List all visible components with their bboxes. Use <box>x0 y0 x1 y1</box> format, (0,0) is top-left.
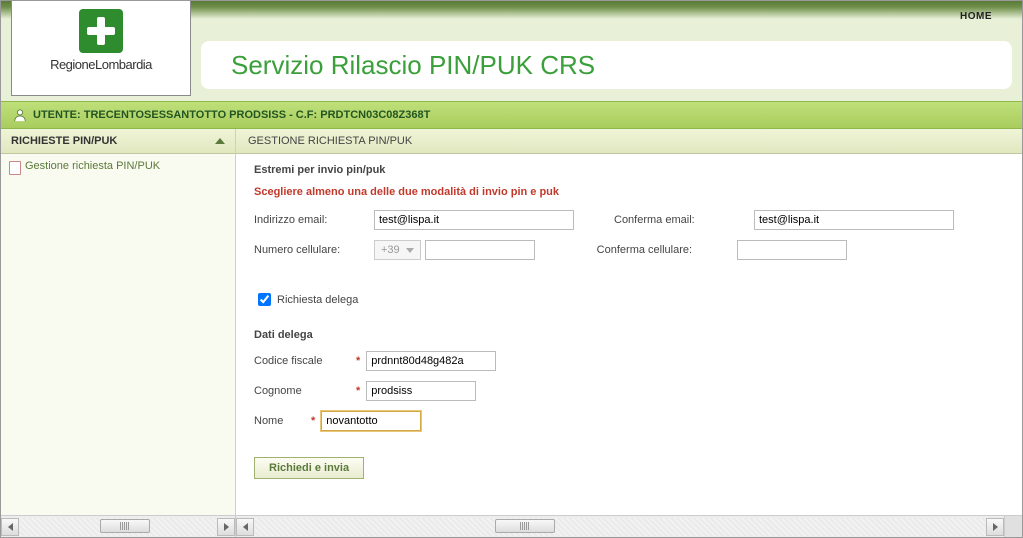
main-head: GESTIONE RICHIESTA PIN/PUK <box>236 129 1022 154</box>
sidebar-item-label: Gestione richiesta PIN/PUK <box>25 160 160 172</box>
label-email-conf: Conferma email: <box>614 214 754 226</box>
label-email: Indirizzo email: <box>254 214 374 226</box>
prefix-dropdown[interactable]: +39 <box>374 240 421 260</box>
scroll-track-left[interactable] <box>20 518 216 536</box>
title-bar: Servizio Rilascio PIN/PUK CRS <box>201 41 1012 89</box>
cf-input[interactable] <box>366 351 496 371</box>
header: HOME RegioneLombardia Servizio Rilascio … <box>1 1 1022 101</box>
section-estremi: Estremi per invio pin/puk <box>254 164 1004 176</box>
cognome-input[interactable] <box>366 381 476 401</box>
scroll-track-right[interactable] <box>255 518 985 536</box>
label-cf: Codice fiscale <box>254 355 354 367</box>
label-cell: Numero cellulare: <box>254 244 374 256</box>
triangle-right-icon <box>224 523 229 531</box>
chevron-up-icon <box>215 138 225 144</box>
cell-confirm-input[interactable] <box>737 240 847 260</box>
scrollbar-row <box>1 515 1022 537</box>
sidebar-item-gestione[interactable]: Gestione richiesta PIN/PUK <box>1 154 235 178</box>
main: GESTIONE RICHIESTA PIN/PUK Estremi per i… <box>236 129 1022 515</box>
delega-label: Richiesta delega <box>277 294 358 306</box>
scroll-right-button[interactable] <box>217 518 235 536</box>
scroll-corner <box>1004 516 1022 538</box>
warning-text: Scegliere almeno una delle due modalità … <box>254 186 1004 198</box>
nome-input[interactable] <box>321 411 421 431</box>
grip-icon <box>520 522 530 530</box>
delega-checkbox[interactable] <box>258 293 271 306</box>
section-dati-delega: Dati delega <box>254 329 1004 341</box>
logo-text: RegioneLombardia <box>12 57 190 72</box>
scroll-left-button[interactable] <box>236 518 254 536</box>
triangle-right-icon <box>993 523 998 531</box>
home-link[interactable]: HOME <box>960 11 992 22</box>
page-title: Servizio Rilascio PIN/PUK CRS <box>231 50 595 81</box>
scroll-thumb[interactable] <box>100 519 150 533</box>
submit-button[interactable]: Richiedi e invia <box>254 457 364 479</box>
label-cell-conf: Conferma cellulare: <box>597 244 737 256</box>
logo: RegioneLombardia <box>11 1 191 96</box>
required-mark: * <box>311 415 315 427</box>
logo-icon <box>79 9 123 53</box>
email-confirm-input[interactable] <box>754 210 954 230</box>
sidebar-head-label: RICHIESTE PIN/PUK <box>11 135 117 147</box>
email-input[interactable] <box>374 210 574 230</box>
scroll-thumb[interactable] <box>495 519 555 533</box>
user-icon <box>13 108 27 122</box>
scroll-right-button[interactable] <box>986 518 1004 536</box>
user-text: UTENTE: TRECENTOSESSANTOTTO PRODSISS - C… <box>33 109 430 121</box>
scroll-left-button[interactable] <box>1 518 19 536</box>
cell-input[interactable] <box>425 240 535 260</box>
required-mark: * <box>356 385 360 397</box>
sidebar-head[interactable]: RICHIESTE PIN/PUK <box>1 129 235 154</box>
required-mark: * <box>356 355 360 367</box>
sidebar: RICHIESTE PIN/PUK Gestione richiesta PIN… <box>1 129 236 515</box>
label-nome: Nome <box>254 415 309 427</box>
triangle-left-icon <box>243 523 248 531</box>
prefix-value: +39 <box>381 244 400 256</box>
triangle-left-icon <box>8 523 13 531</box>
grip-icon <box>120 522 130 530</box>
user-bar: UTENTE: TRECENTOSESSANTOTTO PRODSISS - C… <box>1 101 1022 129</box>
label-cognome: Cognome <box>254 385 354 397</box>
chevron-down-icon <box>406 248 414 253</box>
